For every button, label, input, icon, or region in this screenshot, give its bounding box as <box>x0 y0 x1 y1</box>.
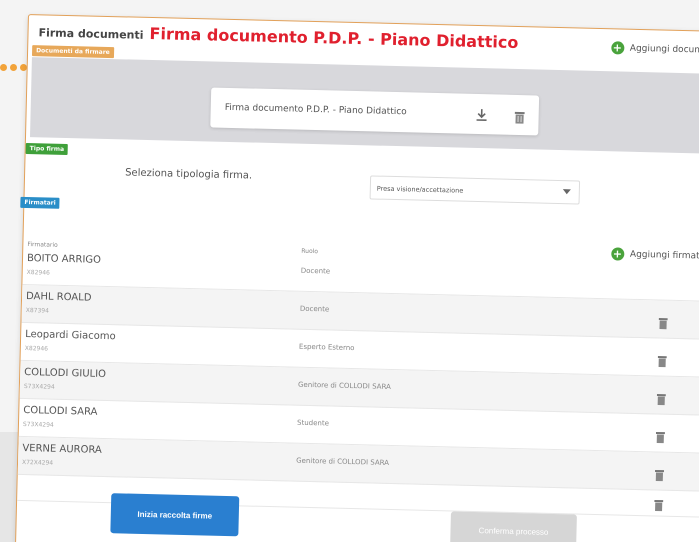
trash-icon[interactable] <box>658 315 668 334</box>
signer-name: VERNE AURORA <box>22 442 102 456</box>
chevron-down-icon <box>562 189 571 195</box>
add-document-button[interactable]: + Aggiungi documenti <box>610 41 699 57</box>
signer-code: S73X4294 <box>22 421 54 429</box>
trash-icon[interactable] <box>656 390 666 409</box>
signer-code: X82946 <box>26 269 50 277</box>
trash-icon[interactable] <box>654 496 664 515</box>
add-signer-button[interactable]: + Aggiungi firmatari <box>610 247 699 262</box>
signer-role: Docente <box>300 266 331 276</box>
tag-signers: Firmatari <box>20 196 60 209</box>
trash-icon[interactable] <box>514 108 525 124</box>
signer-role: Genitore di COLLODI SARA <box>296 456 390 467</box>
tag-documents: Documenti da firmare <box>31 45 114 59</box>
screenshot-stage: Firma documenti Firma documento P.D.P. -… <box>0 0 699 542</box>
trash-icon[interactable] <box>655 428 665 447</box>
add-document-label: Aggiungi documenti <box>629 43 699 56</box>
signer-role: Esperto Esterno <box>298 342 355 353</box>
signers-table: BOITO ARRIGO X82946 Docente DAHL ROALD X… <box>17 246 699 518</box>
download-icon[interactable] <box>475 107 489 122</box>
trash-icon[interactable] <box>657 352 667 371</box>
document-area: Firma documento P.D.P. - Piano Didattico <box>29 57 699 154</box>
trash-icon[interactable] <box>654 466 665 485</box>
title-main: Firma documento P.D.P. - Piano Didattico <box>149 23 519 52</box>
signer-name: COLLODI SARA <box>23 405 98 418</box>
document-item: Firma documento P.D.P. - Piano Didattico <box>210 87 540 136</box>
signer-code: S73X4294 <box>23 383 55 391</box>
signer-role: Docente <box>299 304 330 314</box>
title-prefix: Firma documenti <box>38 26 144 42</box>
signer-role: Genitore di COLLODI SARA <box>297 380 391 391</box>
add-signer-label: Aggiungi firmatari <box>629 249 699 262</box>
signer-code: X87394 <box>25 307 50 315</box>
confirm-process-button[interactable]: Conferma processo <box>450 511 577 542</box>
signer-name: COLLODI GIULIO <box>24 367 107 381</box>
sign-type-select[interactable]: Presa visione/accettazione <box>369 175 581 205</box>
signer-code: X72X4294 <box>21 458 54 467</box>
signer-role: Studente <box>296 418 330 428</box>
start-signature-collection-button[interactable]: Inizia raccolta firme <box>110 493 240 537</box>
signer-code: X82946 <box>24 345 49 353</box>
signer-name: DAHL ROALD <box>25 291 92 304</box>
tag-sign-type: Tipo firma <box>25 142 69 156</box>
plus-icon: + <box>610 41 625 55</box>
sign-type-label: Seleziona tipologia firma. <box>125 167 253 182</box>
signature-panel: Firma documenti Firma documento P.D.P. -… <box>14 14 699 542</box>
decorative-dots <box>0 64 27 71</box>
signer-name: Leopardi Giacomo <box>25 329 116 343</box>
document-name: Firma documento P.D.P. - Piano Didattico <box>224 102 407 118</box>
sign-type-selected: Presa visione/accettazione <box>376 184 464 195</box>
plus-icon: + <box>610 247 625 261</box>
signer-name: BOITO ARRIGO <box>26 253 102 266</box>
